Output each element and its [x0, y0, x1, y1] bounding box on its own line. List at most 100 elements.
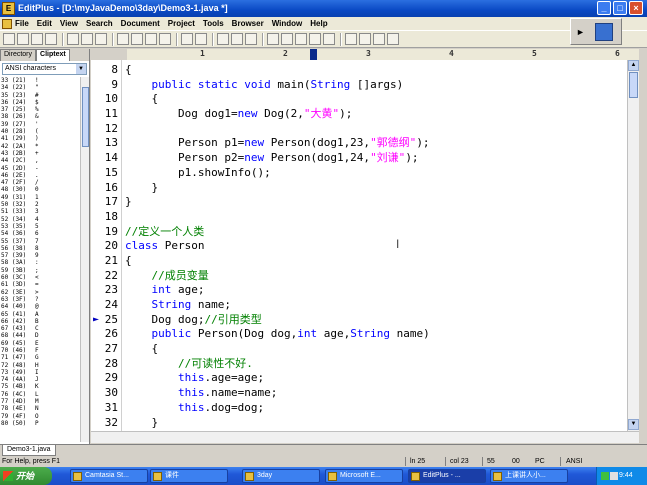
undo-icon[interactable] — [181, 33, 193, 45]
list-item[interactable]: 69 (45) E — [0, 340, 80, 347]
list-item[interactable]: 80 (50) P — [0, 420, 80, 427]
list-item[interactable]: 49 (31) 1 — [0, 194, 80, 201]
word-wrap-icon[interactable] — [281, 33, 293, 45]
spell-check-icon[interactable] — [95, 33, 107, 45]
list-item[interactable]: 45 (2D) - — [0, 165, 80, 172]
maximize-button[interactable]: □ — [613, 1, 627, 15]
menu-document[interactable]: Document — [121, 19, 160, 28]
side-scrollbar[interactable] — [80, 77, 89, 442]
editplus-icon[interactable]: E — [2, 2, 15, 15]
code-line[interactable]: 27 { — [91, 342, 627, 357]
list-item[interactable]: 71 (47) G — [0, 354, 80, 361]
list-item[interactable]: 70 (46) F — [0, 347, 80, 354]
paste-icon[interactable] — [145, 33, 157, 45]
menu-browser[interactable]: Browser — [232, 19, 264, 28]
network-icon[interactable] — [601, 472, 609, 480]
print-preview-icon[interactable] — [81, 33, 93, 45]
output-window-icon[interactable] — [373, 33, 385, 45]
arrow-right-icon[interactable]: ► — [576, 27, 585, 37]
list-item[interactable]: 68 (44) D — [0, 332, 80, 339]
taskbar-item[interactable]: EditPlus - ... — [408, 469, 486, 483]
list-item[interactable]: 76 (4C) L — [0, 391, 80, 398]
floating-widget[interactable]: ► — [570, 18, 622, 45]
list-item[interactable]: 60 (3C) < — [0, 274, 80, 281]
scroll-up-icon[interactable]: ▲ — [628, 60, 639, 71]
scroll-thumb[interactable] — [629, 72, 638, 98]
list-item[interactable]: 39 (27) ' — [0, 121, 80, 128]
delete-icon[interactable] — [159, 33, 171, 45]
copy-icon[interactable] — [131, 33, 143, 45]
list-item[interactable]: 52 (34) 4 — [0, 216, 80, 223]
list-item[interactable]: 79 (4F) O — [0, 413, 80, 420]
editor-horizontal-scrollbar[interactable] — [91, 431, 639, 443]
code-line[interactable]: 24 String name; — [91, 298, 627, 313]
help-icon[interactable] — [387, 33, 399, 45]
code-line[interactable]: 18 — [91, 210, 627, 225]
list-item[interactable]: 42 (2A) * — [0, 143, 80, 150]
code-editor[interactable]: 8{9 public static void main(String []arg… — [91, 60, 627, 431]
close-button[interactable]: × — [629, 1, 643, 15]
taskbar-item[interactable]: 课件 — [150, 469, 228, 483]
app-window-icon[interactable] — [595, 23, 613, 41]
list-item[interactable]: 50 (32) 2 — [0, 201, 80, 208]
taskbar-item[interactable]: Microsoft E... — [325, 469, 403, 483]
menu-help[interactable]: Help — [310, 19, 327, 28]
list-item[interactable]: 51 (33) 3 — [0, 208, 80, 215]
list-item[interactable]: 34 (22) " — [0, 84, 80, 91]
code-line[interactable]: 28 //可读性不好. — [91, 357, 627, 372]
list-item[interactable]: 78 (4E) N — [0, 405, 80, 412]
list-item[interactable]: 37 (25)% — [0, 106, 80, 113]
redo-icon[interactable] — [195, 33, 207, 45]
list-item[interactable]: 64 (40) @ — [0, 303, 80, 310]
code-line[interactable]: 22 //成员变量 — [91, 269, 627, 284]
scroll-thumb[interactable] — [82, 87, 89, 147]
list-item[interactable]: 58 (3A): — [0, 259, 80, 266]
list-item[interactable]: 54 (36) 6 — [0, 230, 80, 237]
html-toolbar-icon[interactable] — [359, 33, 371, 45]
list-item[interactable]: 62 (3E) > — [0, 289, 80, 296]
list-item[interactable]: 35 (23) # — [0, 92, 80, 99]
chevron-down-icon[interactable]: ▼ — [76, 64, 86, 74]
line-number-icon[interactable] — [309, 33, 321, 45]
code-line[interactable]: 16 } — [91, 181, 627, 196]
code-line[interactable]: 12 — [91, 122, 627, 137]
code-line[interactable]: 15 p1.showInfo(); — [91, 166, 627, 181]
replace-icon[interactable] — [231, 33, 243, 45]
menu-edit[interactable]: Edit — [37, 19, 52, 28]
save-icon[interactable] — [31, 33, 43, 45]
list-item[interactable]: 55 (37) 7 — [0, 238, 80, 245]
save-all-icon[interactable] — [45, 33, 57, 45]
tab-directory[interactable]: Directory — [0, 49, 37, 61]
code-line[interactable]: 10 { — [91, 92, 627, 107]
tab-cliptext[interactable]: Cliptext — [36, 49, 70, 61]
list-item[interactable]: 72 (48) H — [0, 362, 80, 369]
code-line[interactable]: 9 public static void main(String []args) — [91, 78, 627, 93]
code-line[interactable]: 19 //定义一个人类 — [91, 225, 627, 240]
list-item[interactable]: 40 (28) ( — [0, 128, 80, 135]
list-item[interactable]: 66 (42) B — [0, 318, 80, 325]
new-file-icon[interactable] — [3, 33, 15, 45]
menu-project[interactable]: Project — [168, 19, 195, 28]
browser-icon[interactable] — [345, 33, 357, 45]
list-item[interactable]: 65 (41) A — [0, 311, 80, 318]
list-item[interactable]: 67 (43) C — [0, 325, 80, 332]
start-button[interactable]: 开始 — [0, 467, 52, 485]
list-item[interactable]: 61 (3D) = — [0, 281, 80, 288]
code-line[interactable]: 30 this.name=name; — [91, 386, 627, 401]
list-item[interactable]: 44 (2C), — [0, 157, 80, 164]
code-line[interactable]: 20 class Person — [91, 239, 627, 254]
list-item[interactable]: 47 (2F) / — [0, 179, 80, 186]
code-line[interactable]: 29 this.age=age; — [91, 371, 627, 386]
file-tab[interactable]: Demo3-1.java — [2, 445, 56, 456]
list-item[interactable]: 57 (39) 9 — [0, 252, 80, 259]
code-line[interactable]: 13 Person p1=new Person(dog1,23,"郭德纲"); — [91, 136, 627, 151]
list-item[interactable]: 56 (38) 8 — [0, 245, 80, 252]
list-item[interactable]: 38 (26) & — [0, 113, 80, 120]
font-icon[interactable] — [267, 33, 279, 45]
list-item[interactable]: 77 (4D) M — [0, 398, 80, 405]
list-item[interactable]: 53 (35) 5 — [0, 223, 80, 230]
list-item[interactable]: 33 (21)! — [0, 77, 80, 84]
list-item[interactable]: 43 (2B) + — [0, 150, 80, 157]
scroll-down-icon[interactable]: ▼ — [628, 419, 639, 430]
goto-icon[interactable] — [245, 33, 257, 45]
